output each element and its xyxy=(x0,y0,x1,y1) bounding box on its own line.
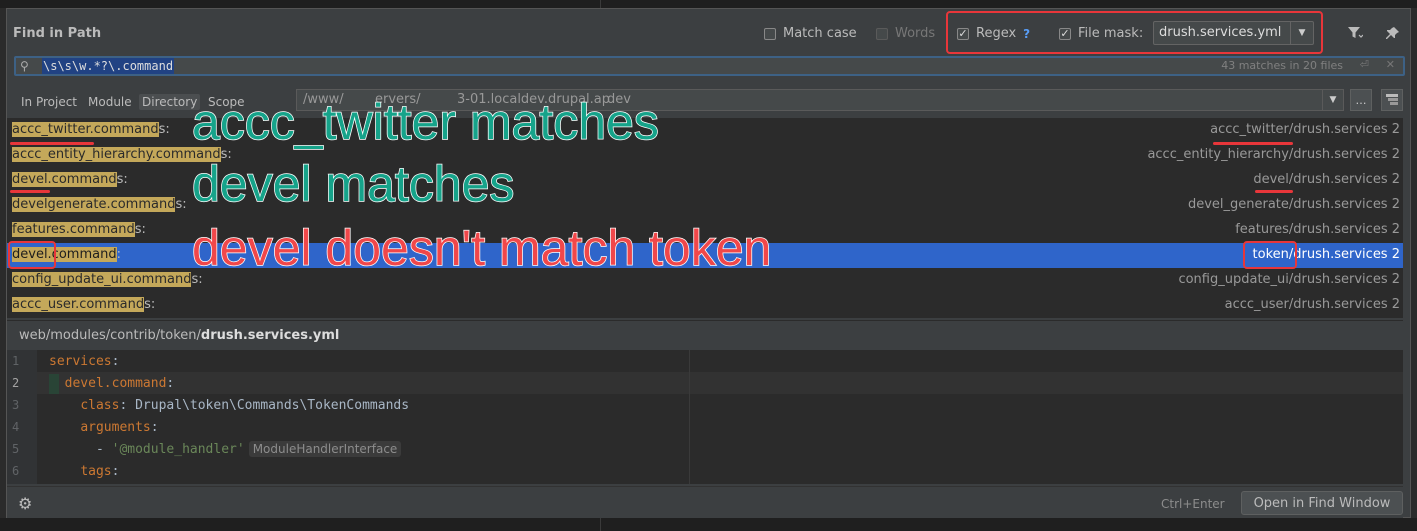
clear-icon[interactable]: ✕ xyxy=(1386,58,1395,71)
annotation-box-devel xyxy=(8,241,56,269)
code-preview[interactable]: 1 2 3 4 5 6 services: devel.command: cla… xyxy=(7,350,1403,484)
preview-path-bar: web/modules/contrib/token/drush.services… xyxy=(7,320,1403,351)
dialog-title: Find in Path xyxy=(13,26,102,41)
line-number: 6 xyxy=(12,464,20,478)
code-line: - '@module_handler' ModuleHandlerInterfac… xyxy=(49,441,402,457)
words-checkbox[interactable] xyxy=(876,27,888,40)
result-file: accc_user/drush.services 2 xyxy=(1224,297,1400,312)
annotation-text: accc_twitter matches xyxy=(191,94,659,150)
code-line: services: xyxy=(49,354,120,369)
result-file: features/drush.services 2 xyxy=(1235,222,1400,237)
dialog-footer: ⚙ Ctrl+Enter Open in Find Window xyxy=(7,486,1403,519)
code-line: devel.command: xyxy=(64,376,175,391)
line-number: 5 xyxy=(12,442,20,456)
open-in-find-window-button[interactable]: Open in Find Window xyxy=(1241,491,1403,515)
current-line-highlight xyxy=(37,372,1403,394)
background-bottom xyxy=(0,518,1417,531)
result-match: features.commands: xyxy=(12,222,146,237)
match-case-label: Match case xyxy=(783,26,857,41)
gear-icon[interactable]: ⚙ xyxy=(18,494,32,513)
preview-path: web/modules/contrib/token/drush.services… xyxy=(19,328,340,343)
result-file: accc_entity_hierarchy/drush.services 2 xyxy=(1147,147,1400,162)
annotation-box-options xyxy=(946,11,1323,54)
result-match: accc_user.commands: xyxy=(12,297,156,312)
chevron-down-icon[interactable]: ▼ xyxy=(1322,90,1343,110)
line-number-gutter: 1 2 3 4 5 6 xyxy=(7,350,37,484)
browse-button[interactable]: … xyxy=(1350,89,1372,111)
scope-tab-in-project[interactable]: In Project xyxy=(18,94,80,110)
line-number: 1 xyxy=(12,354,20,368)
window-seam xyxy=(600,518,601,531)
result-match: develgenerate.commands: xyxy=(12,197,187,212)
result-file: devel/drush.services 2 xyxy=(1253,172,1400,187)
pin-icon[interactable] xyxy=(1381,22,1405,44)
line-number: 4 xyxy=(12,420,20,434)
annotation-underline xyxy=(1255,190,1293,193)
result-file: config_update_ui/drush.services 2 xyxy=(1178,272,1400,287)
code-line: arguments: xyxy=(80,420,159,435)
annotation-text: devel matches xyxy=(191,156,515,212)
annotation-underline xyxy=(1213,142,1293,145)
background-top xyxy=(0,0,1417,8)
parameter-hint: ModuleHandlerInterface xyxy=(248,441,402,457)
shortcut-hint: Ctrl+Enter xyxy=(1161,497,1225,511)
search-query[interactable]: \s\s\w.*?\.command xyxy=(42,58,175,74)
result-row[interactable]: accc_user.commands: accc_user/drush.serv… xyxy=(7,293,1403,318)
match-case-checkbox[interactable] xyxy=(764,27,776,40)
match-count: 43 matches in 20 files xyxy=(1221,59,1343,72)
line-number: 3 xyxy=(12,398,20,412)
words-label: Words xyxy=(895,26,936,41)
result-file: devel_generate/drush.services 2 xyxy=(1187,197,1400,212)
code-line: tags: xyxy=(80,464,120,479)
result-match: accc_twitter.commands: xyxy=(12,122,170,137)
scope-tab-module[interactable]: Module xyxy=(85,94,135,110)
search-history-icon[interactable]: ⚲ xyxy=(20,59,29,73)
search-input[interactable]: ⚲ \s\s\w.*?\.command 43 matches in 20 fi… xyxy=(14,56,1405,76)
match-case-option[interactable]: Match case xyxy=(764,26,857,41)
annotation-box-token xyxy=(1243,241,1297,269)
result-file: accc_twitter/drush.services 2 xyxy=(1210,122,1400,137)
recursive-directory-icon[interactable] xyxy=(1381,89,1403,111)
code-line: class: Drupal\token\Commands\TokenComman… xyxy=(80,398,410,413)
filter-icon[interactable] xyxy=(1343,22,1367,44)
newline-icon[interactable]: ⏎ xyxy=(1360,58,1369,71)
result-match: config_update_ui.commands: xyxy=(12,272,203,287)
result-match: devel.commands: xyxy=(12,172,128,187)
annotation-underline xyxy=(10,142,94,145)
right-margin-guide xyxy=(689,350,690,484)
line-number: 2 xyxy=(12,376,20,390)
words-option[interactable]: Words xyxy=(876,26,935,41)
annotation-text: devel doesn't match token xyxy=(191,220,772,276)
window-seam xyxy=(600,0,601,8)
annotation-underline xyxy=(10,190,50,193)
